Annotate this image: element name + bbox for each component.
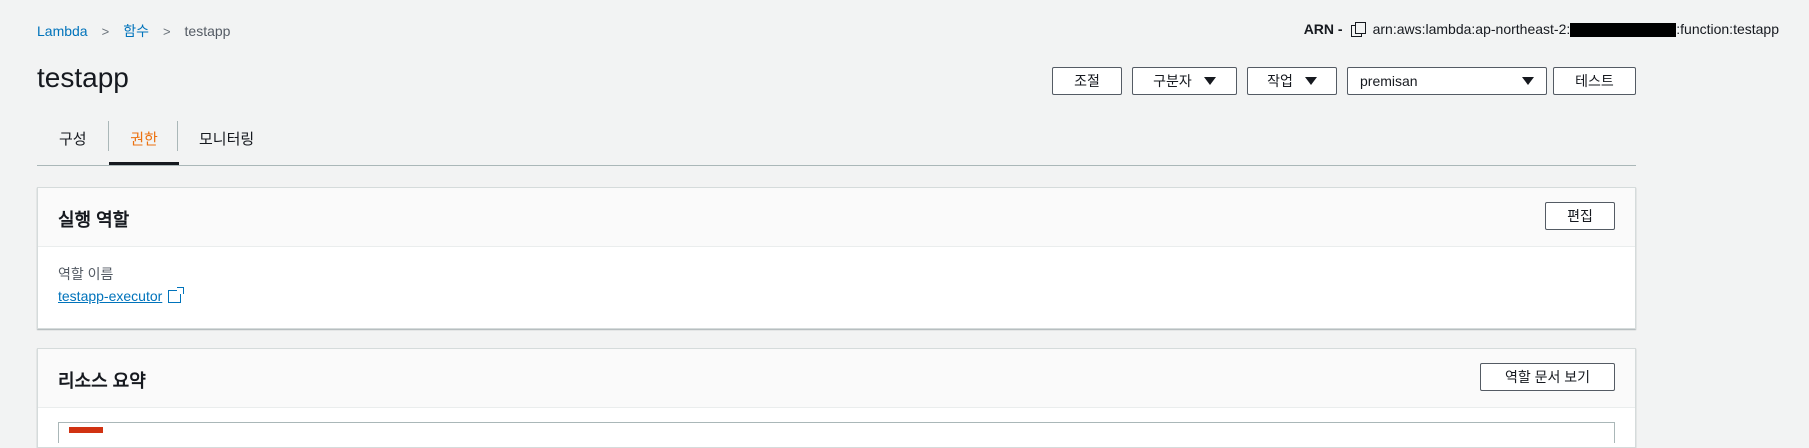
chevron-right-icon: > [101, 23, 110, 39]
view-role-document-label: 역할 문서 보기 [1504, 369, 1591, 385]
execution-role-panel: 실행 역할 편집 역할 이름 testapp-executor [37, 187, 1636, 329]
edit-button-label: 편집 [1567, 208, 1593, 224]
actions-dropdown-label: 작업 [1267, 73, 1293, 89]
tab-monitoring[interactable]: 모니터링 [199, 119, 254, 165]
chevron-right-icon: > [162, 23, 171, 39]
arn-label: ARN - [1303, 21, 1343, 38]
caret-down-icon [1304, 77, 1317, 85]
page-title: testapp [37, 62, 129, 93]
test-button-label: 테스트 [1575, 73, 1614, 89]
tab-bar: 구성 권한 모니터링 [37, 119, 1636, 166]
role-name-link[interactable]: testapp-executor [58, 286, 185, 304]
arn-prefix: arn:aws:lambda:ap-northeast-2: [1372, 21, 1571, 37]
tab-configuration-label: 구성 [59, 131, 87, 148]
role-name-label: 역할 이름 [58, 266, 114, 282]
execution-role-title: 실행 역할 [58, 210, 130, 230]
qualifier-dropdown-label: 구분자 [1153, 73, 1192, 89]
tab-permissions[interactable]: 권한 [109, 119, 179, 165]
resource-summary-title: 리소스 요약 [58, 371, 146, 391]
arn-value: arn:aws:lambda:ap-northeast-2: :function:… [1372, 21, 1779, 38]
breadcrumb-lambda-link[interactable]: Lambda [37, 23, 88, 39]
arn-suffix: :function:testapp [1676, 21, 1779, 37]
view-role-document-button[interactable]: 역할 문서 보기 [1480, 363, 1615, 391]
arn-display: ARN - arn:aws:lambda:ap-northeast-2: :fun… [1303, 21, 1779, 38]
resource-summary-panel: 리소스 요약 역할 문서 보기 [37, 348, 1636, 448]
actions-dropdown[interactable]: 작업 [1247, 67, 1337, 95]
edit-button[interactable]: 편집 [1545, 202, 1615, 230]
redacted-account-id [1570, 23, 1677, 38]
breadcrumb: Lambda > 함수 > testapp [37, 21, 230, 41]
breadcrumb-functions-link[interactable]: 함수 [123, 21, 149, 41]
tab-divider [177, 121, 178, 151]
tab-monitoring-label: 모니터링 [199, 131, 255, 148]
execution-role-header: 실행 역할 편집 [38, 188, 1635, 247]
test-button[interactable]: 테스트 [1553, 67, 1636, 95]
resource-summary-header: 리소스 요약 역할 문서 보기 [38, 349, 1635, 408]
qualifier-dropdown[interactable]: 구분자 [1132, 67, 1237, 95]
throttle-button-label: 조절 [1074, 73, 1100, 89]
test-event-select[interactable]: premisan [1347, 67, 1547, 95]
copy-icon[interactable] [1350, 22, 1366, 38]
throttle-button[interactable]: 조절 [1052, 67, 1122, 95]
caret-down-icon [1522, 77, 1534, 85]
tab-configuration[interactable]: 구성 [59, 119, 87, 165]
caret-down-icon [1203, 77, 1216, 85]
role-name-value: testapp-executor [58, 288, 163, 304]
service-badge [69, 427, 103, 433]
tab-permissions-label: 권한 [130, 131, 158, 148]
external-link-icon [168, 286, 185, 303]
breadcrumb-current: testapp [184, 23, 231, 39]
test-event-value: premisan [1360, 73, 1418, 89]
